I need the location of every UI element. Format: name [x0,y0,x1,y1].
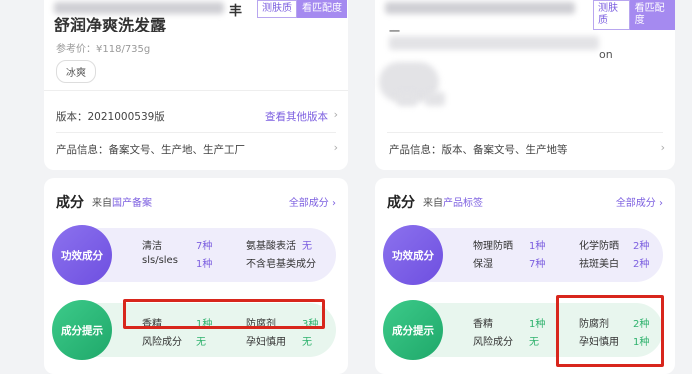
chevron-right-icon: › [333,108,338,121]
divider [56,132,336,133]
other-version-link[interactable]: 查看其他版本 [265,109,328,124]
match-badge[interactable]: 看匹配度 [297,0,347,18]
hint-count: 无 [302,337,312,348]
skin-test-badge[interactable]: 测肤质 [257,0,297,18]
all-ingredients-label: 全部成分 [615,198,656,209]
efficacy-count: 7种 [529,259,546,270]
feature-tag: 冰爽 [56,60,96,83]
chevron-right-icon: › [332,198,336,209]
badge-group: 测肤质 看匹配度 [593,0,675,30]
product-info-label[interactable]: 产品信息：备案文号、生产地、生产工厂 [56,142,245,157]
efficacy-item: 祛斑美白 [579,259,619,270]
ingredients-card: 成分 来自国产备案 全部成分 › 功效成分 清洁 7种 sls/sles 1种 … [44,178,348,374]
source-prefix: 来自 [92,198,112,209]
efficacy-count: 无 [302,241,312,252]
efficacy-circle: 功效成分 [383,225,443,285]
efficacy-item: sls/sles [142,255,178,266]
hint-item: 风险成分 [142,337,182,348]
product-header-card: 测肤质 看匹配度 一 on 产品信息：版本、备案文号、生产地等 › [375,0,675,170]
right-product-panel: 测肤质 看匹配度 一 on 产品信息：版本、备案文号、生产地等 › 成分 来自产… [375,0,675,374]
highlight-annotation [123,299,325,329]
blurred-brand-name [385,2,575,14]
efficacy-box[interactable]: 功效成分 清洁 7种 sls/sles 1种 氨基酸表活 无 不含皂基类成分 [52,225,336,285]
all-ingredients-link[interactable]: 全部成分 › [616,194,663,209]
hints-circle: 成分提示 [52,300,112,360]
source-link[interactable]: 产品标签 [443,198,483,209]
efficacy-circle: 功效成分 [52,225,112,285]
source-link[interactable]: 国产备案 [112,198,152,209]
highlight-annotation [556,295,664,367]
efficacy-item: 不含皂基类成分 [246,259,316,270]
efficacy-count: 1种 [196,259,213,270]
efficacy-count: 2种 [633,259,650,270]
section-source: 来自国产备案 [92,194,152,209]
divider [44,90,348,91]
efficacy-count: 7种 [196,241,213,252]
all-ingredients-link[interactable]: 全部成分 › [289,194,336,209]
chevron-right-icon: › [659,198,663,209]
divider [387,132,663,133]
price-text: 参考价：¥118/735g [56,44,151,55]
efficacy-item: 物理防晒 [473,241,513,252]
title-glyph: 丰 [229,4,243,19]
hint-count: 无 [196,337,206,348]
partial-text: on [599,48,613,61]
hint-item: 孕妇慎用 [246,337,286,348]
hint-count: 1种 [529,319,546,330]
efficacy-count: 1种 [529,241,546,252]
product-info-label[interactable]: 产品信息：版本、备案文号、生产地等 [389,142,568,157]
efficacy-item: 化学防晒 [579,241,619,252]
chevron-right-icon: › [660,141,665,154]
source-prefix: 来自 [423,198,443,209]
product-title: 舒润净爽洗发露 [54,16,167,32]
blurred-tag [425,92,445,106]
hint-item: 香精 [473,319,493,330]
all-ingredients-label: 全部成分 [288,198,329,209]
hint-count: 无 [529,337,539,348]
version-label: 版本：2021000539版 [56,111,165,123]
efficacy-count: 2种 [633,241,650,252]
section-title: 成分 [56,195,84,211]
efficacy-item: 氨基酸表活 [246,241,296,252]
skin-test-badge[interactable]: 测肤质 [593,0,630,30]
match-badge[interactable]: 看匹配度 [629,0,675,30]
blurred-title [389,36,599,50]
section-title: 成分 [387,195,415,211]
badge-group: 测肤质 看匹配度 [257,0,347,18]
efficacy-item: 保湿 [473,259,493,270]
product-header-card: 丰 测肤质 看匹配度 舒润净爽洗发露 参考价：¥118/735g 冰爽 版本：2… [44,0,348,170]
left-product-panel: 丰 测肤质 看匹配度 舒润净爽洗发露 参考价：¥118/735g 冰爽 版本：2… [44,0,348,374]
blurred-tag [397,92,417,106]
hint-item: 风险成分 [473,337,513,348]
efficacy-box[interactable]: 功效成分 物理防晒 1种 保湿 7种 化学防晒 2种 祛斑美白 2种 [383,225,663,285]
section-source: 来自产品标签 [423,194,483,209]
efficacy-item: 清洁 [142,241,162,252]
hints-circle: 成分提示 [383,300,443,360]
chevron-right-icon: › [333,141,338,154]
